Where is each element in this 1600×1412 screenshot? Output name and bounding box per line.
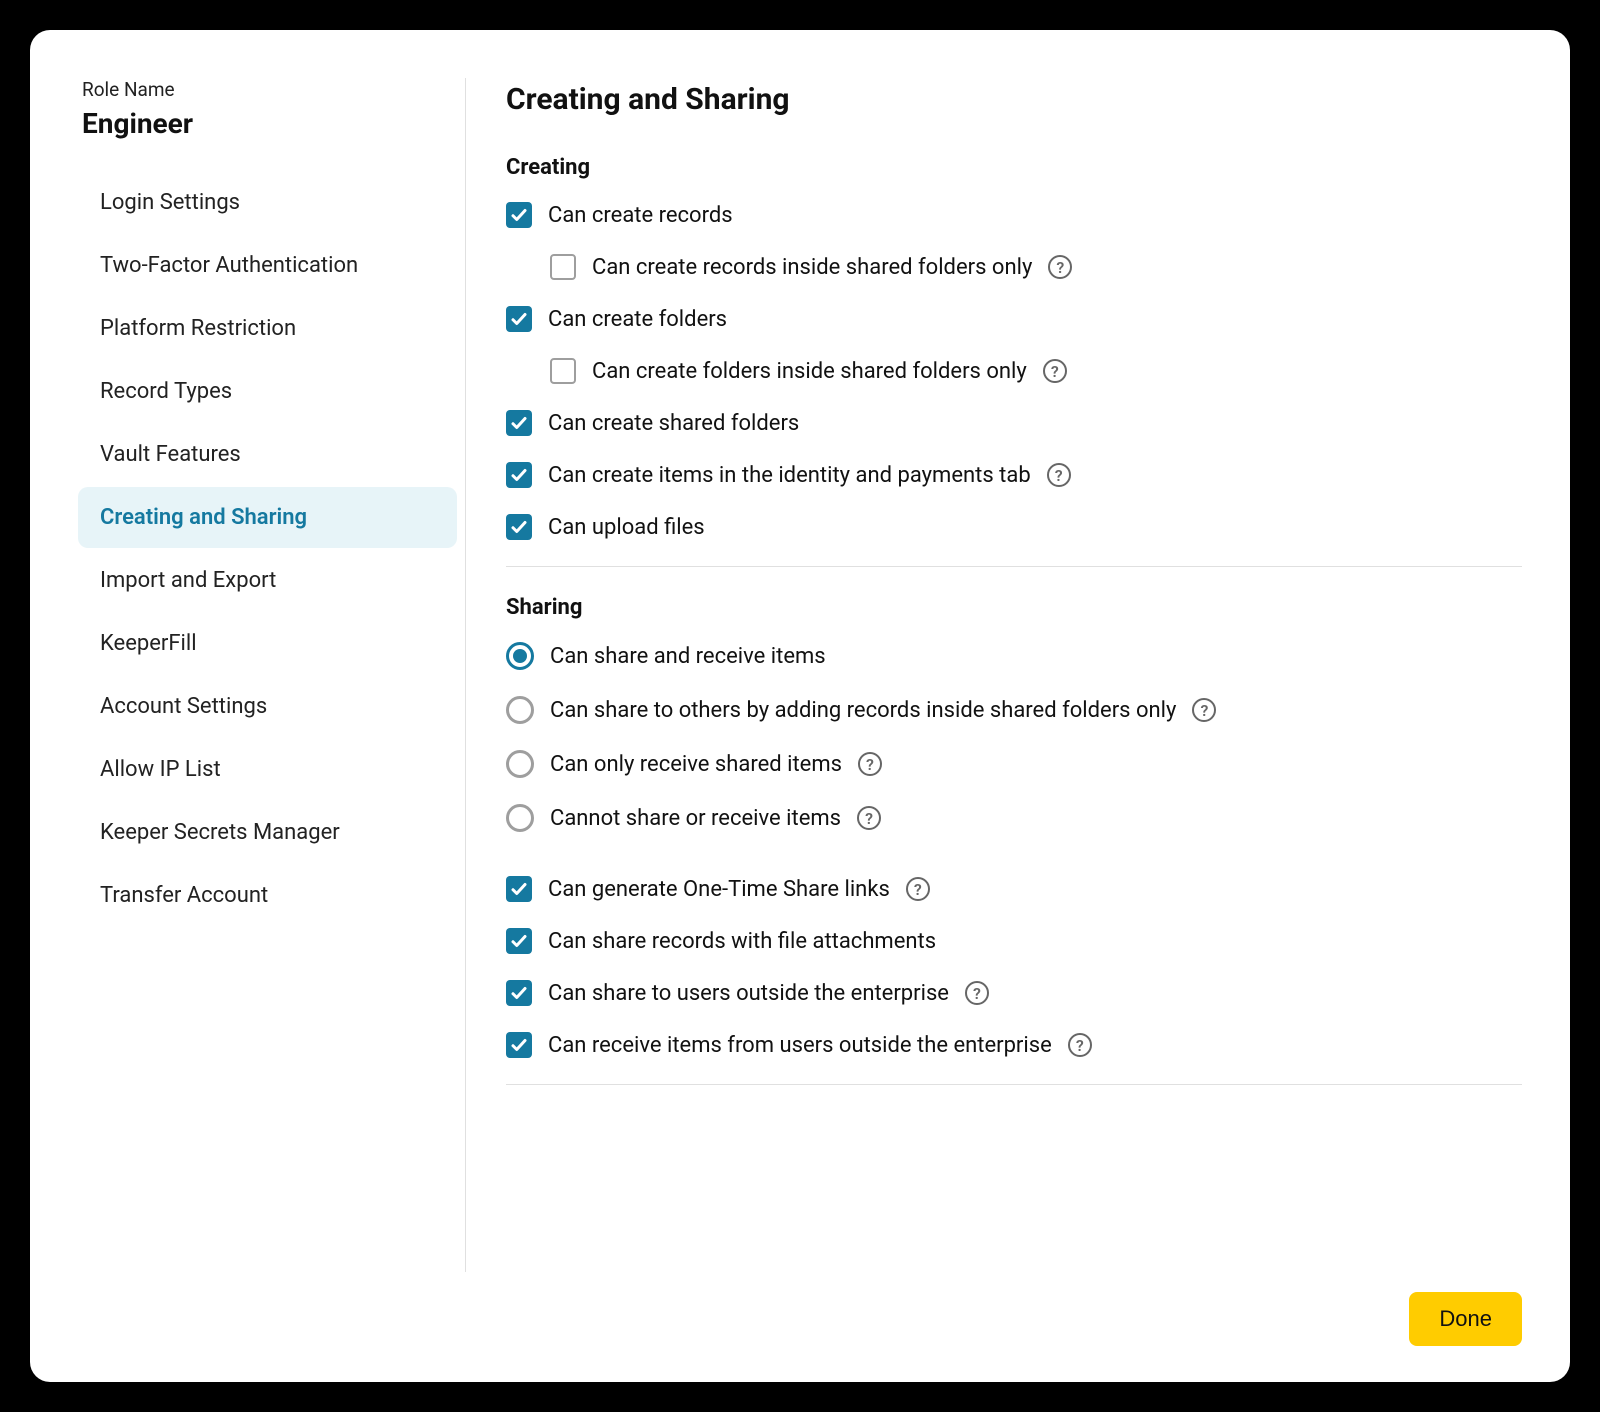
sidebar-item[interactable]: Record Types [78, 361, 457, 422]
permission-row: Can share to users outside the enterpris… [506, 980, 1522, 1006]
role-name-label: Role Name [82, 78, 457, 101]
permission-row: Can create shared folders [506, 410, 1522, 436]
main-panel: Creating and Sharing Creating Can create… [506, 78, 1522, 1272]
creating-options: Can create records Can create records ins… [506, 202, 1522, 540]
permission-label: Can create folders [548, 307, 727, 332]
checkbox[interactable] [550, 254, 576, 280]
section-divider [506, 566, 1522, 567]
help-icon[interactable]: ? [1068, 1033, 1092, 1057]
help-icon[interactable]: ? [1192, 698, 1216, 722]
help-icon[interactable]: ? [965, 981, 989, 1005]
checkbox[interactable] [506, 876, 532, 902]
radio[interactable] [506, 642, 534, 670]
checkbox[interactable] [506, 410, 532, 436]
radio[interactable] [506, 750, 534, 778]
permission-label: Can create records inside shared folders… [592, 255, 1032, 280]
permission-row: Cannot share or receive items? [506, 804, 1522, 832]
permission-label: Can share to users outside the enterpris… [548, 981, 949, 1006]
sidebar: Role Name Engineer Login SettingsTwo-Fac… [78, 78, 466, 1272]
sidebar-item[interactable]: KeeperFill [78, 613, 457, 674]
section-title-creating: Creating [506, 155, 1522, 180]
permission-label: Can generate One-Time Share links [548, 877, 890, 902]
sidebar-item[interactable]: Platform Restriction [78, 298, 457, 359]
permission-label: Cannot share or receive items [550, 806, 841, 831]
permission-label: Can upload files [548, 515, 705, 540]
sidebar-item[interactable]: Login Settings [78, 172, 457, 233]
radio[interactable] [506, 804, 534, 832]
sidebar-item[interactable]: Account Settings [78, 676, 457, 737]
permission-row: Can share to others by adding records in… [506, 696, 1522, 724]
checkbox[interactable] [506, 202, 532, 228]
permission-row: Can share records with file attachments [506, 928, 1522, 954]
permission-label: Can create records [548, 203, 733, 228]
permission-label: Can receive items from users outside the… [548, 1033, 1052, 1058]
checkbox[interactable] [550, 358, 576, 384]
help-icon[interactable]: ? [1043, 359, 1067, 383]
checkbox[interactable] [506, 306, 532, 332]
permission-row: Can only receive shared items? [506, 750, 1522, 778]
permission-row: Can upload files [506, 514, 1522, 540]
help-icon[interactable]: ? [906, 877, 930, 901]
help-icon[interactable]: ? [1047, 463, 1071, 487]
sidebar-item[interactable]: Transfer Account [78, 865, 457, 926]
checkbox[interactable] [506, 514, 532, 540]
role-name-value: Engineer [82, 107, 457, 140]
role-policy-dialog: Role Name Engineer Login SettingsTwo-Fac… [30, 30, 1570, 1382]
permission-row: Can share and receive items [506, 642, 1522, 670]
sidebar-item[interactable]: Creating and Sharing [78, 487, 457, 548]
checkbox[interactable] [506, 462, 532, 488]
permission-label: Can share records with file attachments [548, 929, 936, 954]
help-icon[interactable]: ? [1048, 255, 1072, 279]
permission-row: Can create folders inside shared folders… [506, 358, 1522, 384]
sidebar-item[interactable]: Two-Factor Authentication [78, 235, 457, 296]
sidebar-item[interactable]: Vault Features [78, 424, 457, 485]
done-button[interactable]: Done [1409, 1292, 1522, 1346]
sidebar-item[interactable]: Import and Export [78, 550, 457, 611]
checkbox[interactable] [506, 1032, 532, 1058]
permission-label: Can create folders inside shared folders… [592, 359, 1027, 384]
permission-label: Can share to others by adding records in… [550, 698, 1176, 723]
permission-row: Can create items in the identity and pay… [506, 462, 1522, 488]
sidebar-item[interactable]: Allow IP List [78, 739, 457, 800]
section-title-sharing: Sharing [506, 595, 1522, 620]
checkbox[interactable] [506, 980, 532, 1006]
section-divider-bottom [506, 1084, 1522, 1085]
permission-row: Can create records [506, 202, 1522, 228]
permission-row: Can create records inside shared folders… [506, 254, 1522, 280]
sidebar-item[interactable]: Keeper Secrets Manager [78, 802, 457, 863]
page-title: Creating and Sharing [506, 82, 1522, 117]
help-icon[interactable]: ? [858, 752, 882, 776]
permission-row: Can generate One-Time Share links? [506, 876, 1522, 902]
permission-row: Can create folders [506, 306, 1522, 332]
permission-label: Can create items in the identity and pay… [548, 463, 1031, 488]
sidebar-nav: Login SettingsTwo-Factor AuthenticationP… [78, 172, 457, 926]
radio[interactable] [506, 696, 534, 724]
sharing-radio-options: Can share and receive items Can share to … [506, 642, 1522, 832]
permission-label: Can only receive shared items [550, 752, 842, 777]
help-icon[interactable]: ? [857, 806, 881, 830]
dialog-body: Role Name Engineer Login SettingsTwo-Fac… [78, 78, 1522, 1272]
permission-label: Can create shared folders [548, 411, 799, 436]
permission-row: Can receive items from users outside the… [506, 1032, 1522, 1058]
checkbox[interactable] [506, 928, 532, 954]
dialog-footer: Done [78, 1272, 1522, 1346]
permission-label: Can share and receive items [550, 644, 826, 669]
sharing-checkbox-options: Can generate One-Time Share links? Can sh… [506, 876, 1522, 1058]
